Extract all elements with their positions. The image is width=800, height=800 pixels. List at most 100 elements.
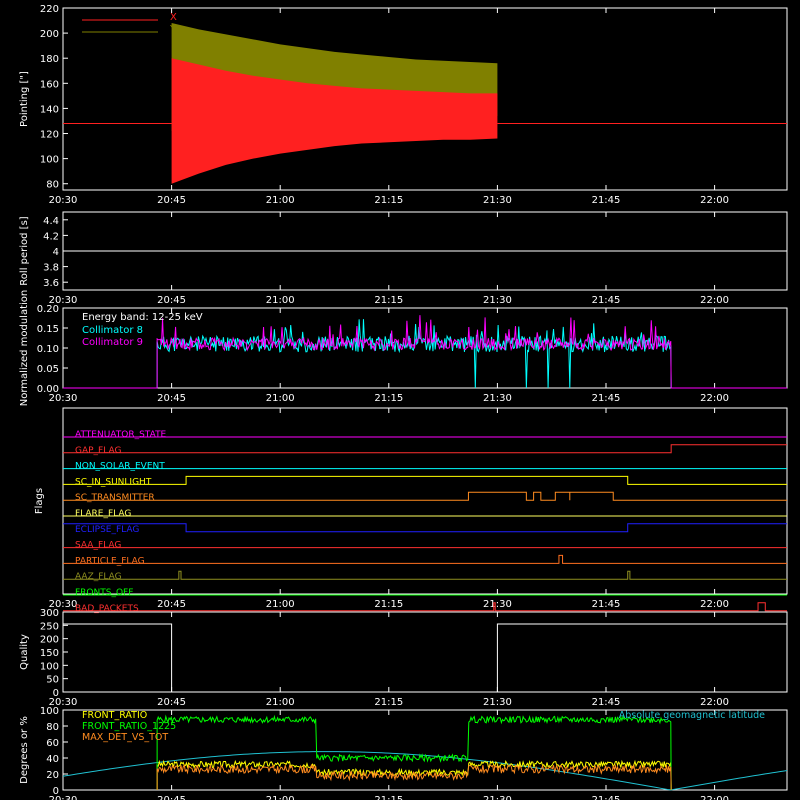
y-tick-label: 220 <box>40 4 59 15</box>
quality-line <box>63 623 787 693</box>
legend-label-Collimator-9: Collimator 9 <box>82 337 143 348</box>
x-tick-label: 21:30 <box>483 195 512 206</box>
y-tick-label: 3.6 <box>43 278 59 289</box>
x-tick-label: 20:45 <box>157 599 186 610</box>
x-tick-label: 22:00 <box>700 795 729 800</box>
y-tick-label: 40 <box>46 754 59 765</box>
flag-line-AAZ_FLAG <box>63 570 787 580</box>
x-tick-label: 21:30 <box>483 295 512 306</box>
y-tick-label: 200 <box>40 635 59 646</box>
y-tick-label: 140 <box>40 104 59 115</box>
y-tick-label: 300 <box>40 608 59 619</box>
modulation-line-Collimator-9 <box>63 315 787 389</box>
legend-label-FRONT_RATIO: FRONT_RATIO <box>82 710 147 721</box>
y-axis-label: Quality <box>19 634 30 670</box>
y-tick-label: 180 <box>40 54 59 65</box>
flag-line-GAP_FLAG <box>63 444 787 454</box>
y-tick-label: 3.8 <box>43 263 59 274</box>
flag-label-SC_TRANSMITTER: SC_TRANSMITTER <box>75 493 155 503</box>
x-tick-label: 21:00 <box>266 599 295 610</box>
x-tick-label: 21:00 <box>266 195 295 206</box>
x-tick-label: 20:45 <box>157 295 186 306</box>
y-axis-label: Flags <box>34 488 45 514</box>
y-tick-label: 80 <box>46 722 59 733</box>
x-tick-label: 22:00 <box>700 393 729 404</box>
flag-label-FRONTS_OFF: FRONTS_OFF <box>75 588 133 598</box>
x-tick-label: 21:15 <box>374 195 403 206</box>
y-tick-label: 50 <box>46 675 59 686</box>
x-tick-label: 21:45 <box>592 599 621 610</box>
y-axis-label: Pointing ["] <box>19 71 30 127</box>
y-tick-label: 120 <box>40 130 59 141</box>
y-tick-label: 4.2 <box>43 231 59 242</box>
flag-label-SC_IN_SUNLIGHT: SC_IN_SUNLIGHT <box>75 477 152 487</box>
y-tick-label: 200 <box>40 29 59 40</box>
flag-label-FLARE_FLAG: FLARE_FLAG <box>75 509 131 519</box>
x-tick-label: 21:00 <box>266 795 295 800</box>
y-tick-label: 160 <box>40 79 59 90</box>
panel-frame <box>62 407 788 595</box>
y-tick-label: 150 <box>40 648 59 659</box>
x-tick-label: 21:30 <box>483 795 512 800</box>
y-tick-label: 0.10 <box>37 344 59 355</box>
x-tick-label: 21:15 <box>374 697 403 708</box>
x-tick-label: 22:00 <box>700 599 729 610</box>
x-tick-label: 21:45 <box>592 195 621 206</box>
x-tick-label: 21:30 <box>483 599 512 610</box>
x-tick-label: 21:45 <box>592 295 621 306</box>
flag-line-ECLIPSE_FLAG <box>63 523 787 533</box>
x-tick-label: 21:15 <box>374 393 403 404</box>
y-tick-label: 0 <box>53 688 59 699</box>
modulation-annotation: Energy band: 12-25 keV <box>82 312 203 323</box>
x-tick-label: 22:00 <box>700 195 729 206</box>
y-tick-label: 0.15 <box>37 324 59 335</box>
legend-label-X: X <box>170 12 177 23</box>
x-tick-label: 21:00 <box>266 295 295 306</box>
flag-label-GAP_FLAG: GAP_FLAG <box>75 446 121 456</box>
y-tick-label: 0.20 <box>37 304 59 315</box>
y-tick-label: 100 <box>40 706 59 717</box>
x-tick-label: 21:15 <box>374 295 403 306</box>
y-tick-label: 80 <box>46 180 59 191</box>
x-tick-label: 20:45 <box>157 697 186 708</box>
legend-label-Collimator-8: Collimator 8 <box>82 325 143 336</box>
flag-line-SC_IN_SUNLIGHT <box>63 475 787 485</box>
y-tick-label: 20 <box>46 770 59 781</box>
y-tick-label: 4 <box>53 247 59 258</box>
x-tick-label: 21:15 <box>374 599 403 610</box>
y-tick-label: 0.00 <box>37 384 59 395</box>
x-tick-label: 20:45 <box>157 195 186 206</box>
x-tick-label: 22:00 <box>700 295 729 306</box>
flag-label-SAA_FLAG: SAA_FLAG <box>75 541 121 551</box>
flag-line-SC_TRANSMITTER <box>63 491 787 501</box>
y-tick-label: 0.05 <box>37 364 59 375</box>
modulation-line-Collimator-8 <box>63 319 787 389</box>
x-tick-label: 21:15 <box>374 795 403 800</box>
legend-label-MAX_DET_VS_TOT: MAX_DET_VS_TOT <box>82 732 168 743</box>
x-tick-label: 22:00 <box>700 697 729 708</box>
y-tick-label: 4.4 <box>43 216 59 227</box>
x-tick-label: 20:45 <box>157 795 186 800</box>
y-tick-label: 100 <box>40 661 59 672</box>
legend-label-Y: Y <box>169 24 177 35</box>
chart-canvas: 20:30 20:45 21:00 21:15 21:30 21:45 22:00 80 100… <box>19 4 788 800</box>
flag-label-ECLIPSE_FLAG: ECLIPSE_FLAG <box>75 525 139 535</box>
x-tick-label: 21:30 <box>483 697 512 708</box>
y-tick-label: 100 <box>40 155 59 166</box>
x-tick-label: 21:00 <box>266 393 295 404</box>
flag-label-NON_SOLAR_EVENT: NON_SOLAR_EVENT <box>75 462 165 472</box>
x-tick-label: 21:00 <box>266 697 295 708</box>
ratio-line-MAX_DET_VS_TOT <box>156 763 672 791</box>
x-tick-label: 20:30 <box>49 195 78 206</box>
ratio-line-FRONT_RATIO_1225 <box>156 714 672 791</box>
latitude-annotation: Absolute geomagnetic latitude <box>619 710 765 721</box>
y-axis-label: Normalized modulation <box>19 290 30 407</box>
y-axis-label: Degrees or % <box>19 716 30 784</box>
legend-label-FRONT_RATIO_1225: FRONT_RATIO_1225 <box>82 721 176 732</box>
x-tick-label: 21:30 <box>483 393 512 404</box>
flag-line-PARTICLE_FLAG <box>63 554 787 564</box>
x-tick-label: 21:45 <box>592 795 621 800</box>
x-tick-label: 21:45 <box>592 393 621 404</box>
flag-label-PARTICLE_FLAG: PARTICLE_FLAG <box>75 556 145 566</box>
y-tick-label: 250 <box>40 621 59 632</box>
